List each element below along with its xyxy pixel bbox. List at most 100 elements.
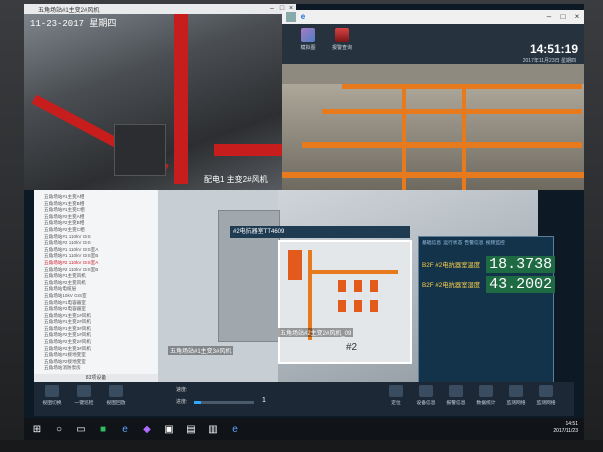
reading-value: 43.2002 <box>486 275 556 293</box>
search-icon[interactable]: ○ <box>50 421 68 437</box>
start-icon[interactable]: ⊞ <box>28 421 46 437</box>
scada-toolbar: 模拟图 报警查询 14:51:19 2017年11月23日 星期四 <box>282 24 584 64</box>
fan-unit <box>338 280 346 292</box>
list-item[interactable]: 五角场站#1主变2#风机 <box>34 319 158 326</box>
camera-titlebar[interactable]: 五角场站#1主变2#风机 – □ × <box>24 4 296 14</box>
task-view-icon[interactable]: ▭ <box>72 421 90 437</box>
tab-alarm-info[interactable]: 告警信息 <box>464 239 483 246</box>
taskbar: ⊞ ○ ▭ ■ e ◆ ▣ ▤ ▥ e 14:51 2017/11/23 <box>24 418 584 440</box>
red-pipe <box>214 144 284 156</box>
stats-button[interactable]: 数据统计 <box>472 385 500 406</box>
list-item[interactable]: 五角场站消防泵房 <box>34 365 158 372</box>
list-item[interactable]: 五角场站#2主变C相 <box>34 227 158 234</box>
list-item[interactable]: 五角场站#1主变风机 <box>34 273 158 280</box>
app-icon[interactable]: ▤ <box>182 421 200 437</box>
toolbar-alarm-button[interactable]: 报警查询 <box>324 28 360 51</box>
scada-titlebar[interactable]: e – □ × <box>282 10 584 24</box>
list-item[interactable]: 五角场站#1主变C相 <box>34 207 158 214</box>
camera-feed <box>24 14 296 190</box>
device-info-label: 设备信息 <box>416 401 436 406</box>
playback-button[interactable]: 视图回放 <box>102 385 130 406</box>
camera-timestamp: 11-23-2017 星期四 <box>30 19 117 29</box>
location-tooltip: #2电抗器室TT4609 <box>230 226 410 238</box>
cable-tray <box>282 172 584 178</box>
app-icon[interactable]: ■ <box>94 421 112 437</box>
taskbar-time: 14:51 <box>565 421 578 427</box>
reading-label: B2F #2电抗器室温度 <box>422 261 481 269</box>
alarm-icon <box>335 28 349 42</box>
patrol-icon <box>77 385 91 397</box>
red-pipe <box>174 14 188 184</box>
close-icon[interactable]: × <box>572 12 582 22</box>
device-unit <box>288 250 302 280</box>
fan-unit <box>370 300 378 312</box>
cable-tray <box>302 142 582 148</box>
view-switch-button[interactable]: 视图切换 <box>38 385 66 406</box>
alarm-info-label: 报警信息 <box>446 401 466 406</box>
stats-icon <box>479 385 493 397</box>
tab-running-state[interactable]: 运行状态 <box>443 239 462 246</box>
tab-basic-info[interactable]: 基础信息 <box>422 239 441 246</box>
cable-tray <box>308 270 398 274</box>
control-bar: 视图切换 一键巡检 视图回放 速度: 进度: 1 定位 设备信息 报警信息 数据… <box>34 382 574 416</box>
list-item[interactable]: 五角场站#1主变A相 <box>34 194 158 201</box>
list-item[interactable]: 五角场站#2主变B相 <box>34 220 158 227</box>
stats-label: 数据统计 <box>476 401 496 406</box>
minimize-icon[interactable]: – <box>268 5 276 13</box>
maximize-icon[interactable]: □ <box>558 12 568 22</box>
device-items: 五角场站#1主变A相 五角场站#1主变B相 五角场站#1主变C相 五角场站#2主变A相… <box>34 194 158 372</box>
scene-label-left: 五角场站#1主变3#风机 <box>168 346 234 355</box>
app-icon <box>286 12 296 22</box>
scene-top-view[interactable] <box>282 64 584 190</box>
data-panel: 基础信息 运行状态 告警信息 视频监控 B2F #2电抗器室温度 18.3738… <box>418 236 556 384</box>
screen: 五角场站#1主变2#风机 – □ × 11-23-2017 星期四 配电1 主变… <box>24 4 584 440</box>
cable-riser <box>308 250 312 340</box>
progress-slider[interactable] <box>194 401 254 404</box>
browser-icon[interactable]: e <box>116 421 134 437</box>
fan-unit <box>370 280 378 292</box>
scada-window[interactable]: e – □ × 模拟图 报警查询 14:51:19 2017年11月23日 星期… <box>282 10 584 190</box>
progress-label: 进度: <box>176 399 188 405</box>
network-icon <box>539 385 553 397</box>
list-item[interactable]: 五角场站#1接地变室 <box>34 352 158 359</box>
alarm-icon <box>449 385 463 397</box>
map-icon <box>301 28 315 42</box>
toolbar-map-button[interactable]: 模拟图 <box>290 28 326 51</box>
visual-studio-icon[interactable]: ◆ <box>138 421 156 437</box>
ceiling <box>282 64 584 84</box>
device-info-button[interactable]: 设备信息 <box>412 385 440 406</box>
list-item[interactable]: 五角场站#2 110kV GIS <box>34 240 158 247</box>
equipment-box <box>114 124 166 176</box>
progress-fill <box>194 401 202 404</box>
camera-overlay-label: 配电1 主变2#风机 <box>204 175 268 184</box>
toolbar-alarm-label: 报警查询 <box>331 45 352 51</box>
tab-video[interactable]: 视频监控 <box>486 239 505 246</box>
cable-tray <box>322 109 582 114</box>
progress-value: 1 <box>262 397 266 404</box>
locate-button[interactable]: 定位 <box>382 385 410 406</box>
locate-label: 定位 <box>391 401 401 406</box>
list-item[interactable]: 五角场站#2主变2#风机 <box>34 339 158 346</box>
list-item[interactable]: 五角场站10kV GIS室 <box>34 293 158 300</box>
system-tray[interactable]: 14:51 2017/11/23 <box>553 421 578 435</box>
network-button-2[interactable]: 监测网络 <box>532 385 560 406</box>
camera-window-title: 五角场站#1主变2#风机 <box>38 8 100 14</box>
network-button[interactable]: 监测网络 <box>502 385 530 406</box>
patrol-button[interactable]: 一键巡检 <box>70 385 98 406</box>
device-count: 83项设备 <box>34 374 158 382</box>
info-icon <box>419 385 433 397</box>
app-icon[interactable]: ▣ <box>160 421 178 437</box>
alarm-info-button[interactable]: 报警信息 <box>442 385 470 406</box>
list-item[interactable]: 五角场站电缆层 <box>34 286 158 293</box>
toolbar-map-label: 模拟图 <box>300 45 316 51</box>
list-item[interactable]: 五角场站#2电容器室 <box>34 306 158 313</box>
list-item[interactable]: 五角场站#2 110kV GIS室A <box>34 260 158 267</box>
list-item[interactable]: 五角场站#1 110kV GIS室B <box>34 253 158 260</box>
camera-window[interactable]: 五角场站#1主变2#风机 – □ × 11-23-2017 星期四 配电1 主变… <box>24 4 296 190</box>
reading-humidity: B2F #2电抗器室湿度 43.2002 <box>422 275 556 293</box>
app-icon[interactable]: ▥ <box>204 421 222 437</box>
minimize-icon[interactable]: – <box>544 12 554 22</box>
browser-icon[interactable]: e <box>226 421 244 437</box>
scene-label-number: #2 <box>346 342 358 353</box>
fan-unit <box>338 300 346 312</box>
